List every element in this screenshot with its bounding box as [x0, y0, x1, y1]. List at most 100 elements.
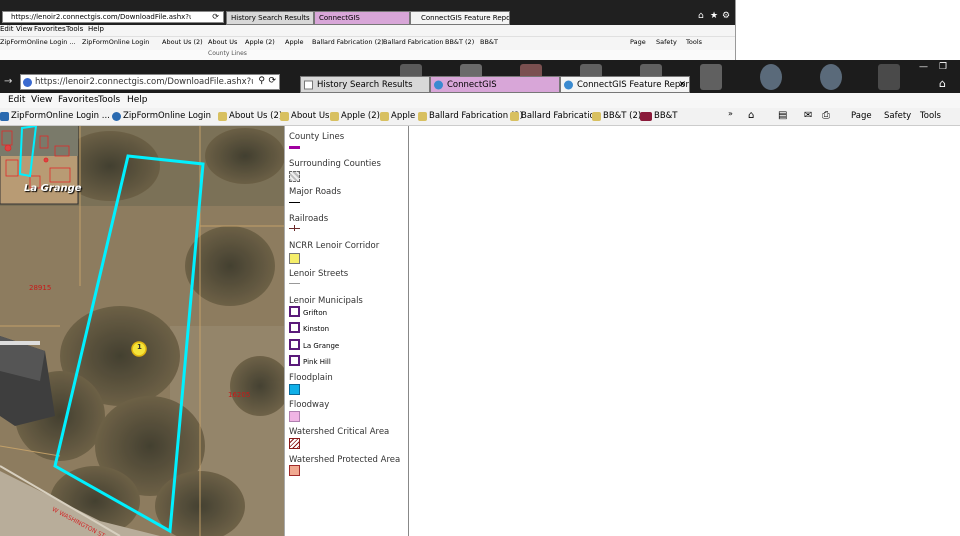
front-tab-label: ConnectGIS Feature Report	[577, 79, 690, 90]
back-tab-feature-report[interactable]: ConnectGIS Feature Report	[410, 11, 510, 25]
back-tool-safety[interactable]: Safety	[656, 38, 677, 46]
back-home-icon[interactable]: ⌂	[698, 11, 704, 21]
back-menu-favorites[interactable]: Favorites	[34, 25, 66, 33]
back-tool-tools[interactable]: Tools	[686, 38, 702, 46]
tool-tools[interactable]: Tools	[920, 111, 941, 121]
fav-label: About Us (2)	[229, 111, 283, 121]
fav-zipform-2[interactable]: ZipFormOnline Login	[112, 111, 211, 121]
foreground-browser-window[interactable]: → https://lenoir2.connectgis.com/Downloa…	[0, 60, 960, 536]
bbt-icon	[640, 111, 652, 121]
menu-edit[interactable]: Edit	[8, 95, 25, 105]
fav-ballard-2[interactable]: Ballard Fabrication (2)	[418, 111, 523, 121]
front-tab-feature-report[interactable]: ConnectGIS Feature Report ✕	[560, 76, 690, 93]
menu-view[interactable]: View	[31, 95, 52, 105]
legend-label-county-lines: County Lines	[289, 132, 345, 142]
back-fav-3[interactable]: About Us	[208, 38, 237, 46]
legend-label-watershed-protected: Watershed Protected Area	[289, 455, 401, 465]
legend-label-surrounding: Surrounding Counties	[289, 159, 381, 169]
back-fav-6[interactable]: Ballard Fabrication (2)	[312, 38, 384, 46]
fav-ballard[interactable]: Ballard Fabrication	[510, 111, 600, 121]
fav-about-us-2[interactable]: About Us (2)	[218, 111, 282, 121]
forward-arrow-icon[interactable]: →	[4, 76, 12, 87]
home-icon[interactable]: ⌂	[939, 77, 946, 90]
page-icon	[592, 111, 601, 121]
back-tool-page[interactable]: Page	[630, 38, 646, 46]
page-icon	[510, 111, 519, 121]
restore-icon[interactable]: ❐	[939, 62, 947, 72]
back-fav-9[interactable]: BB&T	[480, 38, 498, 46]
tool-page[interactable]: Page	[851, 111, 872, 121]
fav-apple[interactable]: Apple	[380, 111, 415, 121]
desktop-globe-icon	[760, 64, 782, 90]
back-fav-4[interactable]: Apple (2)	[245, 38, 275, 46]
watershed-protected-swatch	[289, 465, 300, 476]
background-browser-window[interactable]: https://lenoir2.connectgis.com/DownloadF…	[0, 0, 736, 60]
fav-zipform-1[interactable]: ZipFormOnline Login ...	[0, 111, 110, 121]
back-menu-edit[interactable]: Edit	[0, 25, 14, 33]
back-menu-view[interactable]: View	[16, 25, 33, 33]
map-view[interactable]: La Grange 28915 16205 1 W WASHINGTON ST	[0, 126, 284, 536]
back-fav-0[interactable]: ZipFormOnline Login ...	[0, 38, 76, 46]
back-favorites-bar: ZipFormOnline Login ... ZipFormOnline Lo…	[0, 37, 735, 50]
legend-label-watershed-critical: Watershed Critical Area	[289, 427, 390, 437]
fav-apple-2[interactable]: Apple (2)	[330, 111, 380, 121]
legend-label-ncrr: NCRR Lenoir Corridor	[289, 241, 380, 251]
back-tab-label: ConnectGIS	[319, 14, 360, 22]
legend-label-lenoir-streets: Lenoir Streets	[289, 269, 349, 279]
front-tab-history[interactable]: History Search Results	[300, 76, 430, 93]
municipal-lagrange-swatch	[289, 339, 300, 350]
menu-favorites[interactable]: Favorites	[58, 95, 99, 105]
fav-about-us[interactable]: About Us	[280, 111, 329, 121]
print-icon[interactable]: ⎙	[822, 110, 830, 121]
tab-favicon	[564, 80, 573, 89]
back-menu-tools[interactable]: Tools	[66, 25, 83, 33]
front-address-bar[interactable]: https://lenoir2.connectgis.com/DownloadF…	[20, 74, 280, 90]
fav-label: BB&T	[654, 111, 678, 121]
desktop-file-icon	[700, 64, 722, 90]
menu-help[interactable]: Help	[127, 95, 148, 105]
back-address-bar[interactable]: https://lenoir2.connectgis.com/DownloadF…	[2, 11, 224, 23]
legend-label-railroads: Railroads	[289, 214, 329, 224]
fav-bbt[interactable]: BB&T	[640, 111, 677, 121]
front-address-text: https://lenoir2.connectgis.com/DownloadF…	[35, 77, 253, 87]
back-tab-connectgis[interactable]: ConnectGIS	[314, 11, 410, 25]
back-star-icon[interactable]: ★	[710, 11, 718, 21]
back-gear-icon[interactable]: ⚙	[722, 11, 730, 21]
back-menu-bar: Edit View Favorites Tools Help	[0, 25, 735, 37]
mail-icon[interactable]: ✉	[804, 110, 812, 121]
front-title-bar: → https://lenoir2.connectgis.com/Downloa…	[0, 60, 960, 93]
back-fav-2[interactable]: About Us (2)	[162, 38, 203, 46]
back-content-strip: County Lines	[0, 50, 735, 60]
back-fav-7[interactable]: Ballard Fabrication	[383, 38, 444, 46]
fav-bbt-2[interactable]: BB&T (2)	[592, 111, 641, 121]
back-fav-5[interactable]: Apple	[285, 38, 304, 46]
tool-safety[interactable]: Safety	[884, 111, 911, 121]
search-dropdown-icon[interactable]: ⚲	[258, 76, 265, 86]
fav-label: ZipFormOnline Login ...	[11, 111, 110, 121]
refresh-icon[interactable]: ⟳	[268, 76, 276, 86]
front-tab-connectgis[interactable]: ConnectGIS	[430, 76, 560, 93]
fav-label: ZipFormOnline Login	[123, 111, 212, 121]
back-title-bar: https://lenoir2.connectgis.com/DownloadF…	[0, 0, 735, 25]
minimize-icon[interactable]: —	[919, 62, 928, 72]
close-tab-icon[interactable]: ✕	[678, 80, 686, 90]
back-tab-history[interactable]: History Search Results	[226, 11, 314, 25]
major-roads-swatch	[289, 202, 300, 203]
zipform-icon	[112, 111, 121, 121]
back-menu-help[interactable]: Help	[88, 25, 104, 33]
fav-label: BB&T (2)	[603, 111, 642, 121]
front-tab-label: ConnectGIS	[447, 79, 497, 90]
home-toolbar-icon[interactable]: ⌂	[748, 110, 754, 121]
back-tab-label: History Search Results	[231, 14, 310, 22]
fav-label: Apple (2)	[341, 111, 380, 121]
menu-tools[interactable]: Tools	[98, 95, 120, 105]
front-favorites-bar: ZipFormOnline Login ... ZipFormOnline Lo…	[0, 108, 960, 126]
back-refresh-icon[interactable]: ⟳	[212, 12, 219, 21]
parcel-label-left: 28915	[29, 284, 52, 292]
chevron-more-icon[interactable]: »	[728, 109, 733, 118]
back-fav-1[interactable]: ZipFormOnline Login	[82, 38, 149, 46]
marker-label: 1	[137, 343, 142, 351]
parcel-label-right: 16205	[228, 391, 251, 399]
back-fav-8[interactable]: BB&T (2)	[445, 38, 474, 46]
feeds-icon[interactable]: ▤	[778, 110, 787, 121]
